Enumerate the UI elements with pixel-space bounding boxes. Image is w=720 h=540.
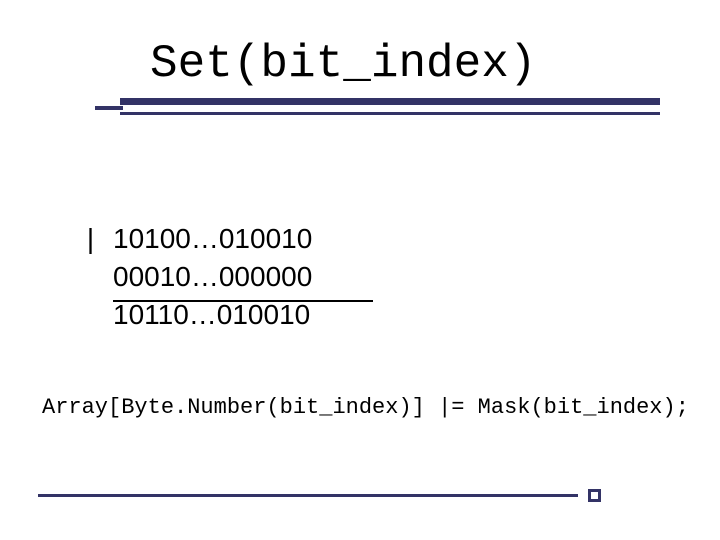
bit-lines: 10100…010010 00010…000000 10110…010010 bbox=[113, 220, 312, 334]
operation-divider bbox=[113, 300, 373, 302]
operand-2: 00010…000000 bbox=[113, 258, 312, 296]
title-underline-thick bbox=[120, 98, 660, 105]
slide-title: Set(bit_index) bbox=[150, 38, 536, 90]
title-underline-thin bbox=[120, 112, 660, 115]
slide: Set(bit_index) | 10100…010010 00010…0000… bbox=[0, 0, 720, 540]
bit-operation-block: | 10100…010010 00010…000000 10110…010010 bbox=[68, 220, 312, 334]
code-expression: Array[Byte.Number(bit_index)] |= Mask(bi… bbox=[42, 395, 689, 420]
footer-square-icon bbox=[588, 489, 601, 502]
footer-rule bbox=[38, 494, 578, 497]
operand-1: 10100…010010 bbox=[113, 220, 312, 258]
bitwise-or-operator: | bbox=[68, 220, 113, 258]
title-dash-accent bbox=[95, 106, 123, 110]
